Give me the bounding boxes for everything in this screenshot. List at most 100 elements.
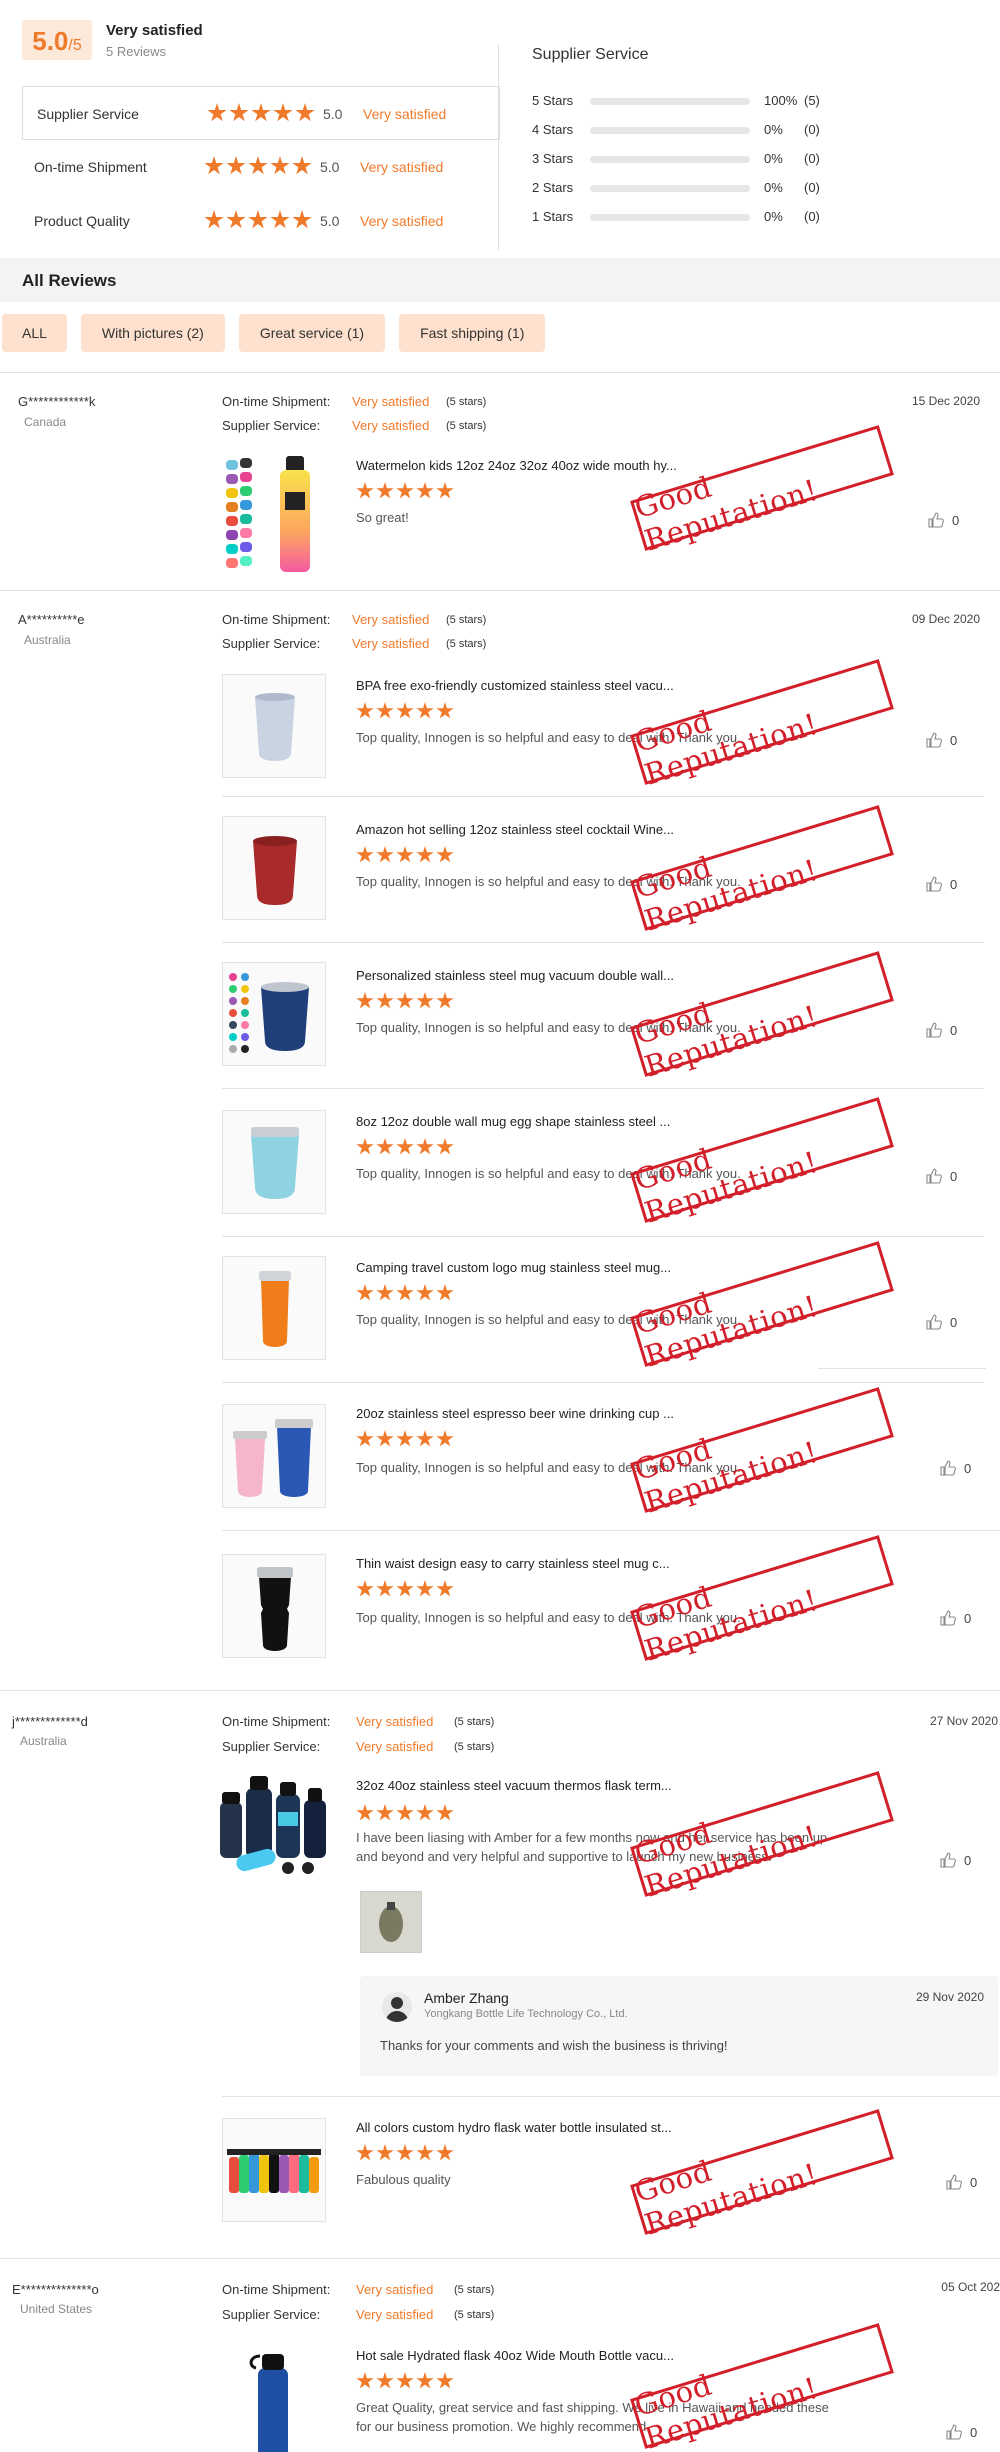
product-thumbnail[interactable]	[222, 816, 326, 920]
supplier-value: Very satisfied	[352, 418, 430, 433]
item-rating-stars	[356, 1804, 454, 1822]
product-thumbnail[interactable]	[222, 674, 326, 778]
distribution-row-4: 4 Stars 0% (0)	[532, 122, 932, 151]
star-distribution: 5 Stars 100% (5) 4 Stars 0% (0) 3 Stars …	[532, 93, 932, 238]
like-button[interactable]: 0	[926, 1022, 957, 1038]
like-count: 0	[950, 1168, 958, 1184]
filter-with-pictures[interactable]: With pictures (2)	[80, 314, 225, 352]
product-title[interactable]: Camping travel custom logo mug stainless…	[356, 1260, 671, 1275]
metric-stars	[204, 156, 312, 176]
reply-text: Thanks for your comments and wish the bu…	[380, 2038, 728, 2053]
thumbs-up-icon	[926, 1168, 942, 1184]
distribution-bar	[590, 185, 750, 192]
product-thumbnail[interactable]	[222, 2118, 326, 2222]
seller-reply: Amber Zhang Yongkang Bottle Life Technol…	[360, 1976, 998, 2076]
product-thumbnail[interactable]	[222, 1404, 326, 1508]
reviewer-name: A**********e	[18, 612, 85, 627]
overall-label: Very satisfied	[106, 22, 203, 39]
distribution-count: (0)	[804, 122, 820, 137]
thumbs-up-icon	[946, 2174, 962, 2190]
item-rating-stars	[356, 1430, 454, 1448]
like-button[interactable]: 0	[926, 1168, 957, 1184]
metric-score: 5.0	[320, 213, 340, 229]
product-title[interactable]: 8oz 12oz double wall mug egg shape stain…	[356, 1114, 670, 1129]
metric-stars	[207, 103, 315, 123]
review-filters: ALL With pictures (2) Great service (1) …	[2, 314, 546, 352]
product-title[interactable]: Personalized stainless steel mug vacuum …	[356, 968, 674, 983]
review-item: Amazon hot selling 12oz stainless steel …	[0, 805, 1000, 942]
product-thumbnail[interactable]	[222, 1554, 326, 1658]
supplier-stars-note: (5 stars)	[446, 420, 487, 432]
reply-author: Amber Zhang	[424, 1990, 509, 2006]
like-button[interactable]: 0	[928, 512, 959, 528]
like-button[interactable]: 0	[946, 2174, 977, 2190]
review-attachment-image[interactable]	[360, 1891, 422, 1953]
product-title[interactable]: 20oz stainless steel espresso beer wine …	[356, 1406, 674, 1421]
product-title[interactable]: BPA free exo-friendly customized stainle…	[356, 678, 674, 693]
product-thumbnail[interactable]	[222, 1110, 326, 1214]
metric-supplier-service[interactable]: Supplier Service 5.0 Very satisfied	[22, 86, 500, 140]
summary-divider	[498, 44, 499, 250]
ontime-label: On-time Shipment:	[222, 2282, 331, 2297]
reviewer-country: Australia	[20, 1734, 67, 1748]
item-rating-stars	[356, 992, 454, 1010]
like-count: 0	[970, 2174, 978, 2190]
reviewer-name: E**************o	[12, 2282, 99, 2297]
like-button[interactable]: 0	[940, 1852, 971, 1868]
supplier-value: Very satisfied	[356, 1739, 434, 1754]
product-thumbnail[interactable]	[222, 452, 334, 576]
distribution-row-1: 1 Stars 0% (0)	[532, 209, 932, 238]
filter-all[interactable]: ALL	[2, 314, 67, 352]
filter-great-service[interactable]: Great service (1)	[238, 314, 386, 352]
metric-stars	[204, 210, 312, 230]
reviewer-name: G************k	[18, 394, 96, 409]
product-title[interactable]: 32oz 40oz stainless steel vacuum thermos…	[356, 1778, 672, 1793]
product-title[interactable]: Hot sale Hydrated flask 40oz Wide Mouth …	[356, 2348, 674, 2363]
like-button[interactable]: 0	[940, 1610, 971, 1626]
supplier-label: Supplier Service:	[222, 636, 321, 651]
distribution-count: (5)	[804, 93, 820, 108]
reply-company: Yongkang Bottle Life Technology Co., Ltd…	[424, 2008, 628, 2020]
overall-score-badge: 5.0 /5	[22, 20, 92, 60]
like-button[interactable]: 0	[926, 732, 957, 748]
review-item: 20oz stainless steel espresso beer wine …	[0, 1387, 1000, 1528]
thumbs-up-icon	[926, 1022, 942, 1038]
product-thumbnail[interactable]	[222, 962, 326, 1066]
review-item: Camping travel custom logo mug stainless…	[0, 1241, 1000, 1382]
distribution-percent: 0%	[764, 122, 783, 137]
distribution-title: Supplier Service	[532, 46, 649, 63]
divider	[222, 1088, 984, 1089]
product-thumbnail[interactable]	[214, 1772, 336, 1882]
metric-list: Supplier Service 5.0 Very satisfied On-t…	[20, 86, 500, 248]
distribution-label: 3 Stars	[532, 151, 574, 166]
avatar	[382, 1992, 412, 2022]
product-title[interactable]: Watermelon kids 12oz 24oz 32oz 40oz wide…	[356, 458, 677, 473]
thumbs-up-icon	[926, 1314, 942, 1330]
divider	[222, 2096, 1000, 2097]
product-title[interactable]: Thin waist design easy to carry stainles…	[356, 1556, 670, 1571]
review-date: 15 Dec 2020	[911, 394, 980, 408]
filter-fast-shipping[interactable]: Fast shipping (1)	[399, 314, 546, 352]
product-title[interactable]: All colors custom hydro flask water bott…	[356, 2120, 672, 2135]
thumbs-up-icon	[940, 1852, 956, 1868]
review-card: E**************o United States On-time S…	[0, 2258, 1000, 2452]
thumbs-up-icon	[928, 512, 944, 528]
like-count: 0	[970, 2424, 978, 2440]
metric-on-time-shipment[interactable]: On-time Shipment 5.0 Very satisfied	[20, 140, 500, 194]
metric-product-quality[interactable]: Product Quality 5.0 Very satisfied	[20, 194, 500, 248]
like-button[interactable]: 0	[926, 876, 957, 892]
all-reviews-title: All Reviews	[22, 271, 117, 290]
like-button[interactable]: 0	[926, 1314, 957, 1330]
item-rating-stars	[356, 846, 454, 864]
good-reputation-stamp: Good Reputation!	[630, 425, 894, 558]
overall-score: 5.0	[32, 26, 69, 56]
supplier-stars-note: (5 stars)	[446, 638, 487, 650]
ontime-value: Very satisfied	[356, 1714, 434, 1729]
product-title[interactable]: Amazon hot selling 12oz stainless steel …	[356, 822, 674, 837]
like-button[interactable]: 0	[946, 2424, 977, 2440]
product-thumbnail[interactable]	[222, 1256, 326, 1360]
distribution-percent: 0%	[764, 180, 783, 195]
product-thumbnail[interactable]	[222, 2342, 326, 2452]
distribution-count: (0)	[804, 180, 820, 195]
like-button[interactable]: 0	[940, 1460, 971, 1476]
